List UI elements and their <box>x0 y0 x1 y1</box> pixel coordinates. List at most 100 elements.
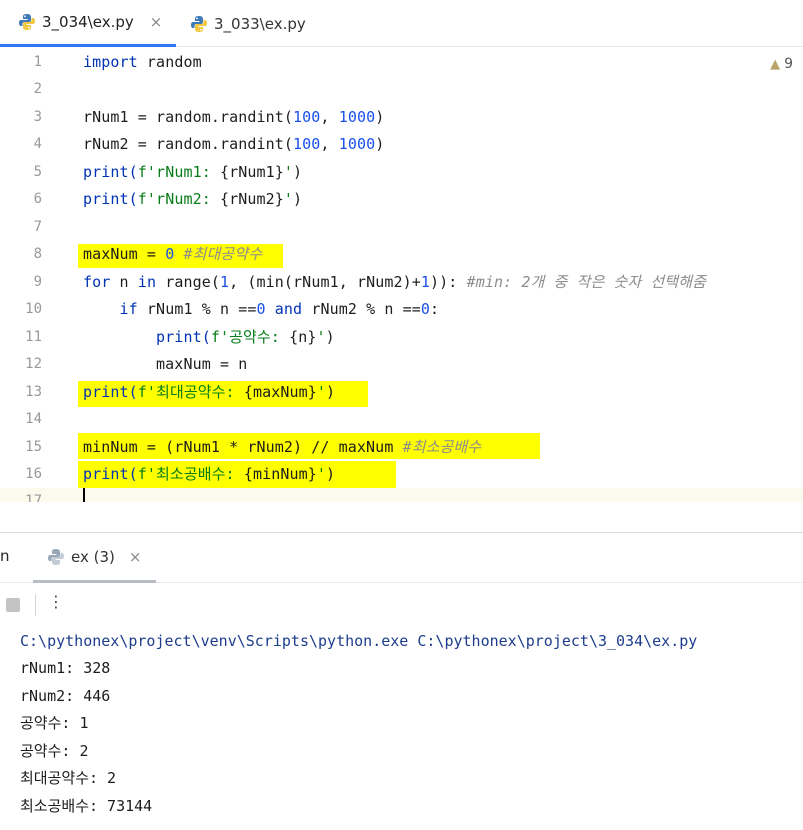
builtin-function: print( <box>83 383 138 401</box>
code-token: {rNum2} <box>219 190 284 208</box>
close-icon[interactable]: × <box>129 548 142 566</box>
comment: #최대공약수 <box>183 245 263 263</box>
string-literal: ' <box>316 465 327 483</box>
code-line: 11 print(f'공약수: {n}') <box>0 324 803 351</box>
line-number: 15 <box>25 439 42 455</box>
code-token: , <box>320 108 339 126</box>
line-number: 3 <box>33 109 42 125</box>
line-number: 13 <box>25 384 42 400</box>
code-token: ) <box>326 383 336 401</box>
current-code-line: 17 <box>0 488 803 502</box>
line-number: 1 <box>33 54 42 70</box>
code-token: ) <box>326 465 336 483</box>
keyword: import <box>83 53 138 71</box>
code-token: : <box>430 300 440 318</box>
line-number: 4 <box>33 136 42 152</box>
code-text: print(f'rNum2: {rNum2}') <box>83 186 302 213</box>
code-line: 2 <box>0 76 803 103</box>
console-line: rNum2: 446 <box>20 687 111 705</box>
comment: #min: 2개 중 작은 숫자 선택해줌 <box>466 273 707 291</box>
number-literal: 1 <box>220 273 230 291</box>
close-icon[interactable]: × <box>150 13 163 31</box>
tab-label: 3_034\ex.py <box>42 13 134 31</box>
string-literal: f'rNum2: <box>137 190 220 208</box>
line-number: 7 <box>33 219 42 235</box>
string-literal: f'rNum1: <box>137 163 220 181</box>
line-number: 12 <box>25 356 42 372</box>
tab-label: 3_033\ex.py <box>214 14 306 33</box>
builtin-function: print( <box>83 163 138 181</box>
run-toolbar: ⋮ <box>0 584 803 626</box>
code-token: rNum2 % n == <box>302 300 421 318</box>
line-number: 5 <box>33 164 42 180</box>
code-text: for n in range(1, (min(rNum1, rNum2)+1))… <box>83 269 706 296</box>
tab-3-034-ex-py[interactable]: 3_034\ex.py × <box>0 0 176 47</box>
code-text: if rNum1 % n ==0 and rNum2 % n ==0: <box>83 296 440 323</box>
code-token: range( <box>156 273 220 291</box>
number-literal: 0 <box>256 300 266 318</box>
code-line: 4 rNum2 = random.randint(100, 1000) <box>0 131 803 158</box>
console-line: 공약수: 2 <box>20 742 89 760</box>
code-token: ) <box>293 190 303 208</box>
code-text: rNum2 = random.randint(100, 1000) <box>83 131 384 158</box>
stop-icon[interactable] <box>6 598 20 612</box>
tab-3-033-ex-py[interactable]: 3_033\ex.py <box>188 0 306 47</box>
code-text: maxNum = n <box>83 355 248 373</box>
number-literal: 100 <box>293 108 321 126</box>
run-tab-ex[interactable]: ex (3) × <box>33 533 156 583</box>
code-token: )): <box>430 273 467 291</box>
number-literal: 0 <box>165 245 175 263</box>
code-line: 16 print(f'최소공배수: {minNum}') <box>0 461 803 488</box>
code-token: random <box>137 53 202 71</box>
line-number: 14 <box>25 411 42 427</box>
console-output[interactable]: C:\pythonex\project\venv\Scripts\python.… <box>0 626 803 830</box>
code-text: import random <box>83 49 202 76</box>
run-tab-label: ex (3) <box>71 547 115 566</box>
code-text: print(f'공약수: {n}') <box>83 324 335 351</box>
code-token: ) <box>293 163 303 181</box>
line-number: 10 <box>25 301 42 317</box>
code-token: ) <box>375 108 385 126</box>
code-line: 12 maxNum = n <box>0 351 803 378</box>
code-editor[interactable]: ▲ 9 1 import random 2 3 rNum1 = random.r… <box>0 47 803 502</box>
code-line: 5 print(f'rNum1: {rNum1}') <box>0 159 803 186</box>
code-line: 6 print(f'rNum2: {rNum2}') <box>0 186 803 213</box>
string-literal: f'최대공약수: <box>137 383 244 401</box>
code-token: rNum2 = random.randint( <box>83 135 294 153</box>
console-line: 최소공배수: 73144 <box>20 797 153 815</box>
code-token: {maxNum} <box>243 383 317 401</box>
line-number: 6 <box>33 191 42 207</box>
code-token: n <box>110 273 138 291</box>
keyword: if <box>119 300 138 318</box>
console-line: rNum1: 328 <box>20 659 111 677</box>
more-options-icon[interactable]: ⋮ <box>48 592 64 611</box>
console-line: C:\pythonex\project\venv\Scripts\python.… <box>20 632 698 650</box>
toolbar-separator <box>35 594 36 616</box>
run-tool-window-header: n ex (3) × <box>0 533 803 583</box>
code-line: 8 maxNum = 0 #최대공약수 <box>0 241 803 268</box>
builtin-function: print( <box>83 190 138 208</box>
number-literal: 0 <box>420 300 431 318</box>
line-number: 16 <box>25 466 42 482</box>
comment: #최소공배수 <box>402 438 482 456</box>
code-line: 7 <box>0 214 803 241</box>
code-line: 1 import random <box>0 49 803 76</box>
run-window-title: n <box>0 547 10 565</box>
code-token: , (min(rNum1, rNum2)+ <box>229 273 421 291</box>
code-token: ) <box>375 135 385 153</box>
line-number: 8 <box>33 246 42 262</box>
number-literal: 1 <box>420 273 431 291</box>
number-literal: 100 <box>293 135 321 153</box>
editor-tab-bar: 3_034\ex.py × 3_033\ex.py <box>0 0 803 47</box>
text-caret <box>83 488 85 502</box>
number-literal: 1000 <box>338 108 376 126</box>
line-number: 17 <box>25 493 42 502</box>
code-line: 9 for n in range(1, (min(rNum1, rNum2)+1… <box>0 269 803 296</box>
code-text: rNum1 = random.randint(100, 1000) <box>83 104 384 131</box>
code-token: {n} <box>289 328 317 346</box>
code-text: minNum = (rNum1 * rNum2) // maxNum #최소공배… <box>83 434 481 461</box>
code-token: rNum1 % n == <box>137 300 257 318</box>
